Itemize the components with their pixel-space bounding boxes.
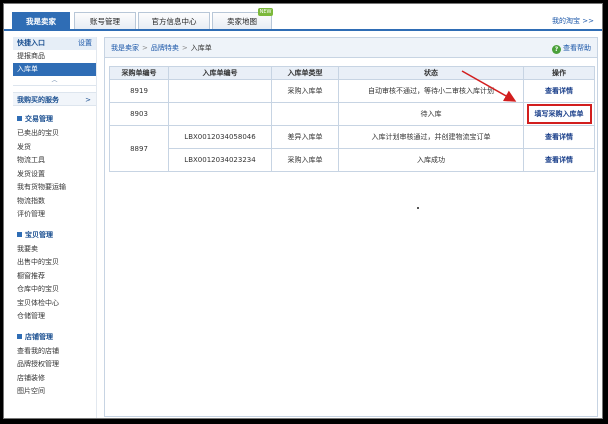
red-annotation-arrow [461, 70, 517, 102]
screenshot-frame: 我是卖家 账号管理 官方信息中心 卖家地图 NEW 我的淘宝 >> 快捷入口 设… [3, 3, 603, 419]
stray-dot [417, 207, 419, 209]
